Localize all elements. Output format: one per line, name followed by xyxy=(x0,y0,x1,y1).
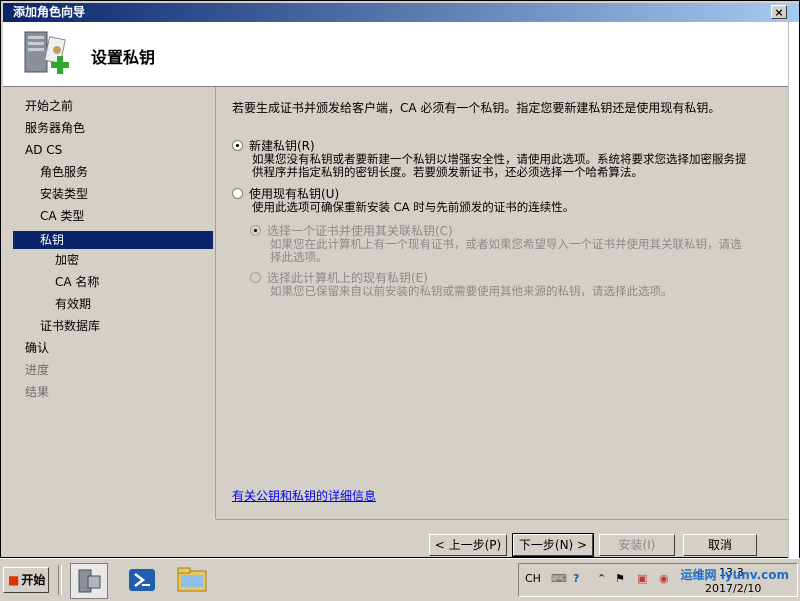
input-language-indicator[interactable]: CH xyxy=(525,572,541,585)
right-edge-strip xyxy=(788,22,799,562)
intro-text: 若要生成证书并颁发给客户端，CA 必须有一个私钥。指定您要新建私钥还是使用现有私… xyxy=(232,101,721,115)
close-button[interactable]: × xyxy=(771,5,787,19)
page-title: 设置私钥 xyxy=(91,48,156,67)
taskbar-separator xyxy=(58,565,62,595)
wizard-header: 设置私钥 xyxy=(3,22,799,87)
volume-icon[interactable]: ◉ xyxy=(659,572,669,585)
network-icon[interactable]: ▣ xyxy=(637,572,647,585)
new-key-description: 如果您没有私钥或者要新建一个私钥以增强安全性，请使用此选项。系统将要求您选择加密… xyxy=(252,153,747,179)
new-key-label[interactable]: 新建私钥(R) xyxy=(249,139,315,153)
cancel-button[interactable]: 取消 xyxy=(683,534,757,556)
existing-key-radio[interactable] xyxy=(232,188,243,199)
window-title: 添加角色向导 xyxy=(13,5,86,19)
wizard-steps-nav: 开始之前 服务器角色 AD CS 角色服务 安装类型 CA 类型 私钥 加密 C… xyxy=(13,87,213,557)
nav-step-before-you-begin[interactable]: 开始之前 xyxy=(25,97,73,115)
nav-step-cryptography[interactable]: 加密 xyxy=(55,251,79,269)
nav-step-setup-type[interactable]: 安装类型 xyxy=(40,185,88,203)
server-manager-icon[interactable] xyxy=(70,563,108,599)
add-roles-wizard-window: 添加角色向导 × 设置私钥 开始之前 服务器角色 AD CS 角色服务 安装类型… xyxy=(0,0,800,562)
nav-step-confirmation[interactable]: 确认 xyxy=(25,339,49,357)
private-key-info-link[interactable]: 有关公钥和私钥的详细信息 xyxy=(232,487,376,504)
existing-key-description: 使用此选项可确保重新安装 CA 时与先前颁发的证书的连续性。 xyxy=(252,200,575,214)
new-key-radio[interactable] xyxy=(232,140,243,151)
wizard-content: 若要生成证书并颁发给客户端，CA 必须有一个私钥。指定您要新建私钥还是使用现有私… xyxy=(216,87,791,519)
action-center-flag-icon[interactable]: ⚑ xyxy=(615,572,625,585)
previous-button[interactable]: < 上一步(P) xyxy=(429,534,507,556)
site-watermark: 运维网 iyunv.com xyxy=(680,568,789,582)
start-button[interactable]: ■ 开始 xyxy=(3,567,49,593)
start-label: 开始 xyxy=(21,573,46,587)
select-certificate-radio xyxy=(250,225,261,236)
select-existing-key-label: 选择此计算机上的现有私钥(E) xyxy=(267,271,428,285)
powershell-icon[interactable] xyxy=(124,563,160,597)
nav-step-validity-period[interactable]: 有效期 xyxy=(55,295,91,313)
select-certificate-description: 如果您在此计算机上有一个现有证书，或者如果您希望导入一个证书并使用其关联私钥，请… xyxy=(270,238,742,264)
select-certificate-desc-line2: 择此选项。 xyxy=(270,250,328,264)
select-existing-key-radio xyxy=(250,272,261,283)
tray-expand-icon[interactable]: ⌃ xyxy=(597,572,606,585)
nav-step-private-key[interactable]: 私钥 xyxy=(13,231,213,249)
nav-step-ad-cs[interactable]: AD CS xyxy=(25,141,62,159)
new-key-desc-line2: 供程序并指定私钥的密钥长度。若要颁发新证书，还必须选择一个哈希算法。 xyxy=(252,165,643,179)
server-add-icon xyxy=(24,31,69,74)
nav-step-ca-name[interactable]: CA 名称 xyxy=(55,273,99,291)
select-certificate-desc-line1: 如果您在此计算机上有一个现有证书，或者如果您希望导入一个证书并使用其关联私钥，请… xyxy=(270,237,742,251)
install-button: 安装(I) xyxy=(599,534,675,556)
title-bar[interactable]: 添加角色向导 × xyxy=(3,3,799,22)
existing-key-label[interactable]: 使用现有私钥(U) xyxy=(249,187,339,201)
system-tray: CH ⌨ ? ⌃ ⚑ ▣ ◉ 13:3 2017/2/10 运维网 iyunv.… xyxy=(518,563,798,597)
nav-step-results: 结果 xyxy=(25,385,50,399)
nav-step-role-services[interactable]: 角色服务 xyxy=(40,163,88,181)
keyboard-icon[interactable]: ⌨ xyxy=(551,572,567,585)
taskbar: ■ 开始 CH ⌨ ? ⌃ ⚑ ▣ ◉ 13:3 2017/2/10 运维网 iy… xyxy=(0,558,800,601)
nav-step-ca-type[interactable]: CA 类型 xyxy=(40,207,84,225)
help-icon[interactable]: ? xyxy=(573,572,579,585)
select-existing-key-description: 如果您已保留来自以前安装的私钥或需要使用其他来源的私钥，请选择此选项。 xyxy=(270,284,673,298)
select-certificate-label: 选择一个证书并使用其关联私钥(C) xyxy=(267,224,453,238)
button-area-divider xyxy=(216,519,791,520)
nav-step-certificate-database[interactable]: 证书数据库 xyxy=(40,317,100,335)
nav-step-progress: 进度 xyxy=(25,363,50,377)
windows-flag-icon: ■ xyxy=(8,573,20,587)
folder-icon[interactable] xyxy=(174,563,210,597)
clock-date[interactable]: 2017/2/10 xyxy=(705,582,761,595)
next-button[interactable]: 下一步(N) > xyxy=(512,533,594,557)
nav-step-server-roles[interactable]: 服务器角色 xyxy=(25,119,85,137)
